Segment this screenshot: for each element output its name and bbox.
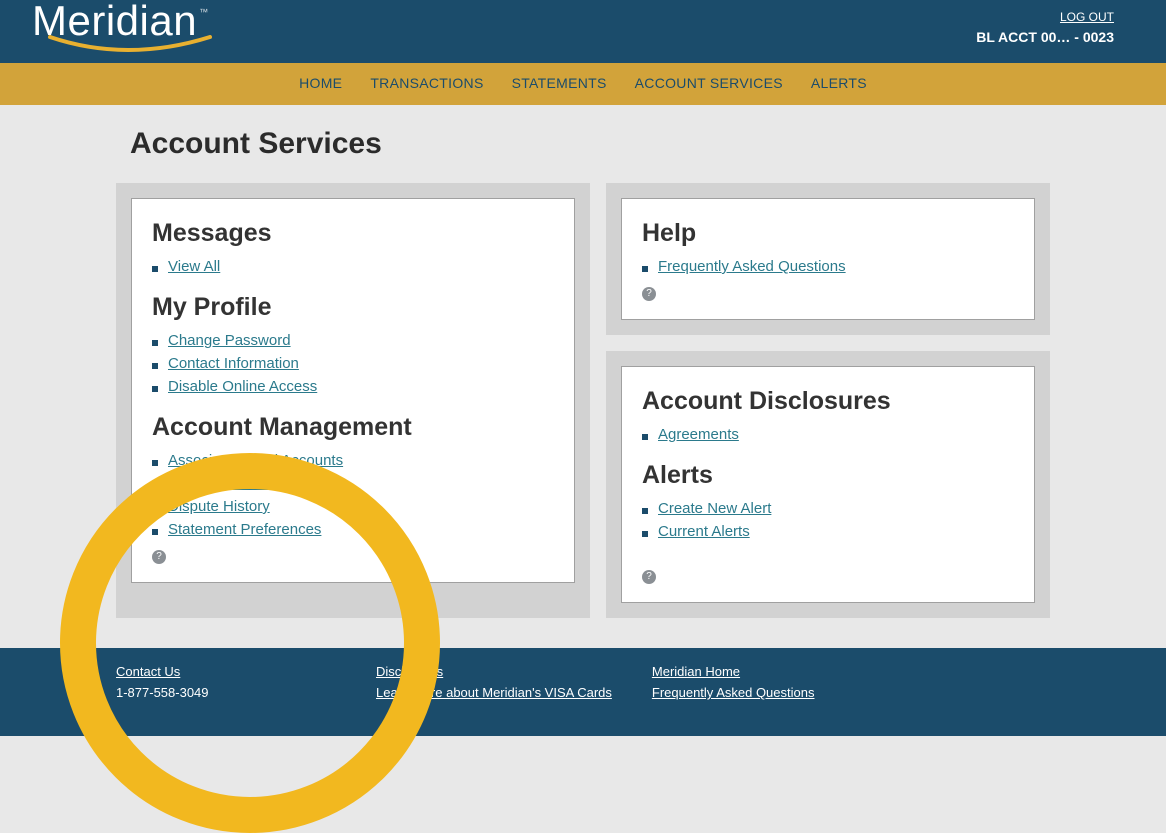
link-view-all[interactable]: View All — [168, 258, 220, 275]
help-icon[interactable]: ? — [642, 570, 656, 584]
footer: Contact Us 1-877-558-3049 Disclosures Le… — [0, 648, 1166, 736]
link-create-alert[interactable]: Create New Alert — [658, 500, 771, 517]
footer-col-contact: Contact Us 1-877-558-3049 — [116, 664, 336, 706]
help-card: Help Frequently Asked Questions ? — [606, 183, 1050, 335]
disclosures-list: Agreements — [642, 426, 1014, 443]
footer-learn-more[interactable]: Learn More about Meridian's VISA Cards — [376, 685, 612, 700]
acctmgmt-list: Associated Card Accounts Card Activation… — [152, 452, 554, 538]
page: Account Services Messages View All My Pr… — [0, 127, 1166, 648]
main-nav: HOME TRANSACTIONS STATEMENTS ACCOUNT SER… — [0, 63, 1166, 105]
nav-transactions[interactable]: TRANSACTIONS — [370, 75, 483, 91]
footer-col-links: Meridian Home Frequently Asked Questions — [652, 664, 872, 706]
nav-alerts[interactable]: ALERTS — [811, 75, 867, 91]
account-label: BL ACCT 00… - 0023 — [976, 28, 1114, 48]
link-current-alerts[interactable]: Current Alerts — [658, 523, 750, 540]
header: Meridian™ LOG OUT BL ACCT 00… - 0023 — [0, 0, 1166, 63]
help-heading: Help — [642, 219, 1014, 248]
nav-account-services[interactable]: ACCOUNT SERVICES — [635, 75, 783, 91]
disclosures-heading: Account Disclosures — [642, 387, 1014, 416]
footer-meridian-home[interactable]: Meridian Home — [652, 664, 872, 679]
list-item: Associated Card Accounts — [152, 452, 554, 469]
link-associated-cards[interactable]: Associated Card Accounts — [168, 452, 343, 469]
alerts-heading: Alerts — [642, 461, 1014, 490]
footer-faq[interactable]: Frequently Asked Questions — [652, 685, 872, 700]
list-item: Dispute History — [152, 498, 554, 515]
help-icon[interactable]: ? — [642, 287, 656, 301]
nav-statements[interactable]: STATEMENTS — [512, 75, 607, 91]
myprofile-heading: My Profile — [152, 293, 554, 322]
list-item: Change Password — [152, 332, 554, 349]
list-item: Contact Information — [152, 355, 554, 372]
alerts-list: Create New Alert Current Alerts — [642, 500, 1014, 540]
link-faq[interactable]: Frequently Asked Questions — [658, 258, 846, 275]
header-right: LOG OUT BL ACCT 00… - 0023 — [976, 8, 1114, 48]
link-contact-info[interactable]: Contact Information — [168, 355, 299, 372]
link-change-password[interactable]: Change Password — [168, 332, 291, 349]
list-item: Agreements — [642, 426, 1014, 443]
footer-col-disclosures: Disclosures Learn More about Meridian's … — [376, 664, 612, 706]
nav-home[interactable]: HOME — [299, 75, 342, 91]
brand-logo: Meridian™ — [32, 0, 222, 53]
footer-contact-us[interactable]: Contact Us — [116, 664, 336, 679]
messages-list: View All — [152, 258, 554, 275]
link-dispute-history[interactable]: Dispute History — [168, 498, 270, 515]
link-statement-prefs[interactable]: Statement Preferences — [168, 521, 321, 538]
help-icon[interactable]: ? — [152, 550, 166, 564]
list-item: Current Alerts — [642, 523, 1014, 540]
acctmgmt-heading: Account Management — [152, 413, 554, 442]
list-item: Frequently Asked Questions — [642, 258, 1014, 275]
link-card-activation[interactable]: Card Activation — [168, 475, 278, 492]
list-item: Create New Alert — [642, 500, 1014, 517]
link-disable-online[interactable]: Disable Online Access — [168, 378, 317, 395]
footer-disclosures[interactable]: Disclosures — [376, 664, 612, 679]
list-item: Disable Online Access — [152, 378, 554, 395]
myprofile-list: Change Password Contact Information Disa… — [152, 332, 554, 395]
logout-link[interactable]: LOG OUT — [1060, 10, 1114, 24]
help-list: Frequently Asked Questions — [642, 258, 1014, 275]
page-title: Account Services — [130, 127, 1166, 161]
disclosures-card: Account Disclosures Agreements Alerts Cr… — [606, 351, 1050, 618]
left-card: Messages View All My Profile Change Pass… — [116, 183, 590, 618]
footer-phone: 1-877-558-3049 — [116, 685, 336, 700]
list-item: View All — [152, 258, 554, 275]
messages-heading: Messages — [152, 219, 554, 248]
brand-tm: ™ — [199, 7, 208, 17]
link-agreements[interactable]: Agreements — [658, 426, 739, 443]
list-item: Card Activation — [152, 475, 554, 492]
list-item: Statement Preferences — [152, 521, 554, 538]
